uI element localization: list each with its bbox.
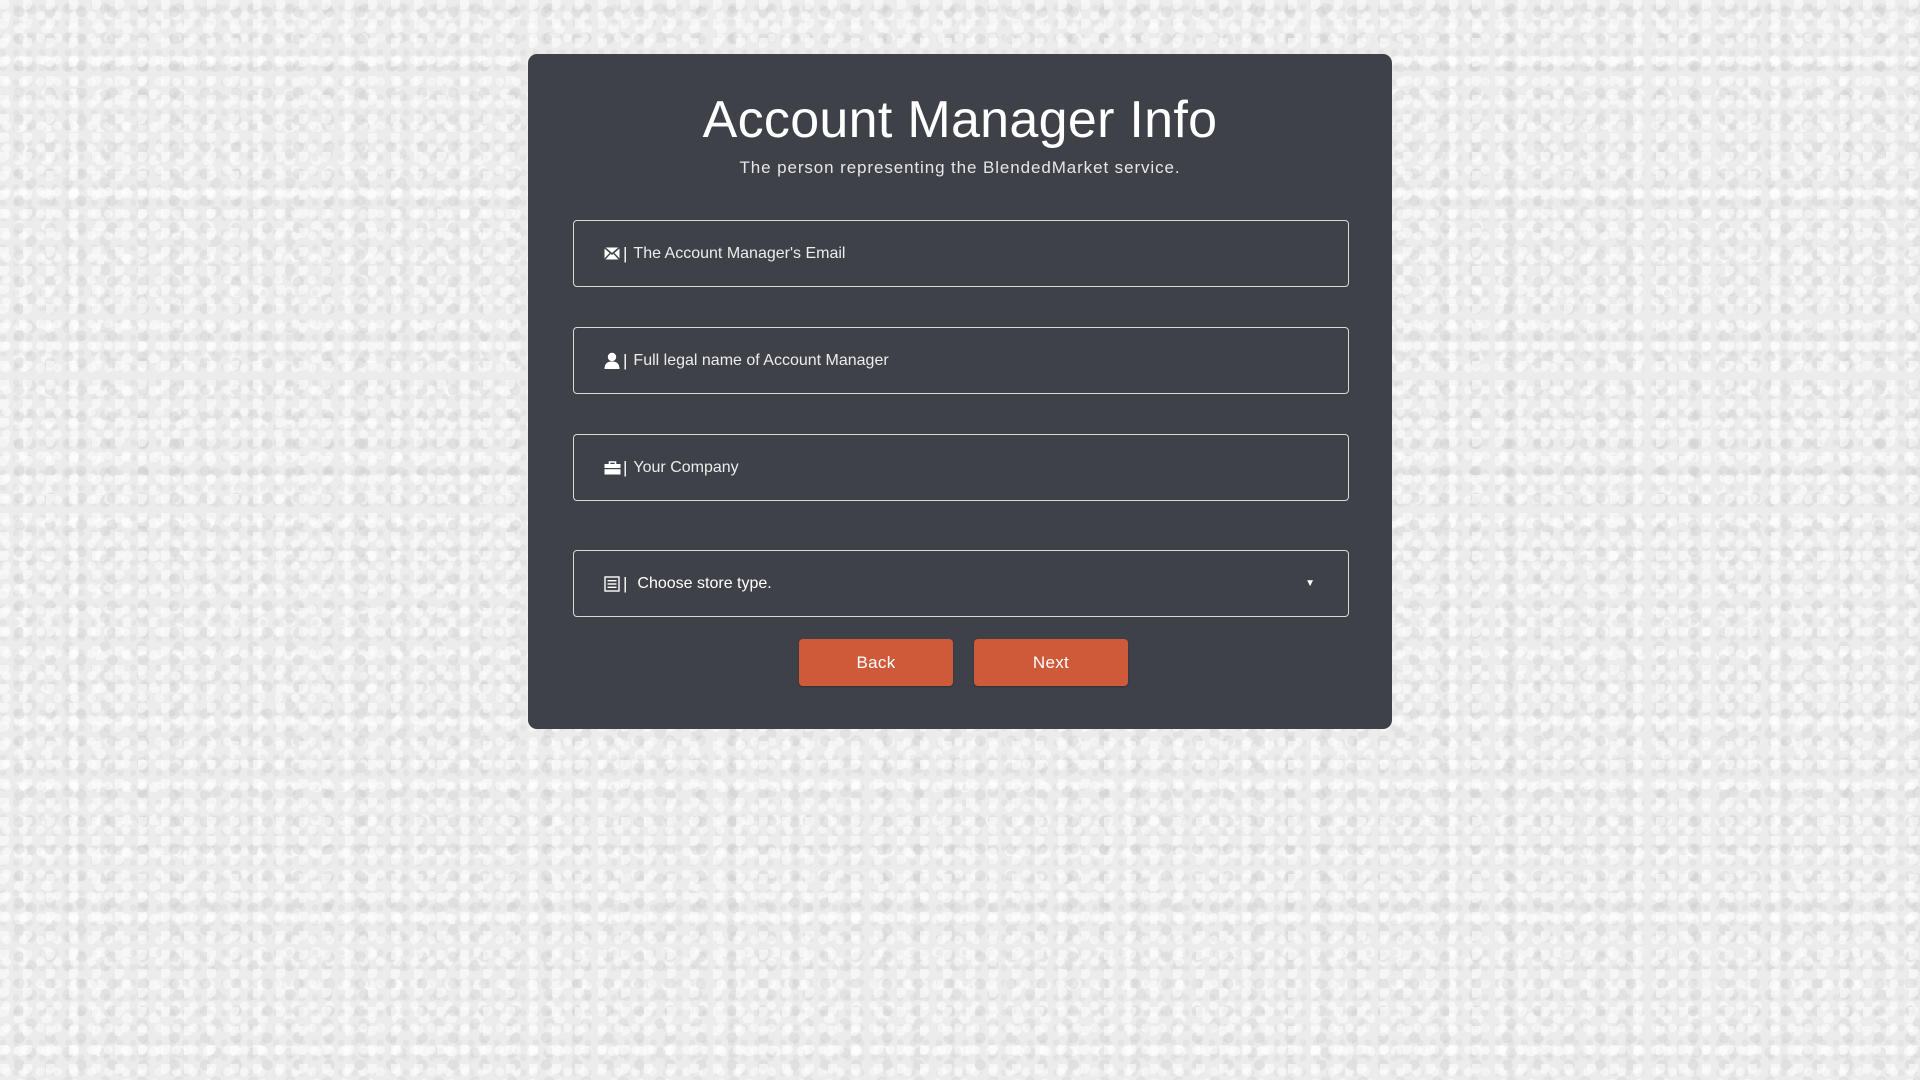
user-icon: [602, 351, 622, 371]
list-icon: [602, 574, 622, 594]
account-manager-card: Account Manager Info The person represen…: [528, 54, 1392, 729]
field-separator: |: [623, 350, 628, 370]
full-name-field[interactable]: |: [573, 327, 1349, 394]
company-input[interactable]: [633, 435, 1348, 500]
envelope-icon: [602, 244, 622, 264]
email-field[interactable]: |: [573, 220, 1349, 287]
next-button[interactable]: Next: [974, 639, 1128, 686]
page-subtitle: The person representing the BlendedMarke…: [739, 158, 1181, 177]
email-input[interactable]: [633, 221, 1348, 286]
store-type-value: Choose store type.: [637, 574, 772, 592]
full-name-input[interactable]: [633, 328, 1348, 393]
field-separator: |: [623, 457, 628, 477]
field-separator: |: [623, 243, 628, 263]
briefcase-icon: [602, 458, 622, 478]
chevron-down-icon: ▼: [1305, 578, 1315, 589]
store-type-select[interactable]: | Choose store type. ▼: [573, 550, 1349, 617]
company-field[interactable]: |: [573, 434, 1349, 501]
field-separator: |: [623, 573, 628, 593]
page-title: Account Manager Info: [702, 91, 1218, 149]
back-button[interactable]: Back: [799, 639, 953, 686]
